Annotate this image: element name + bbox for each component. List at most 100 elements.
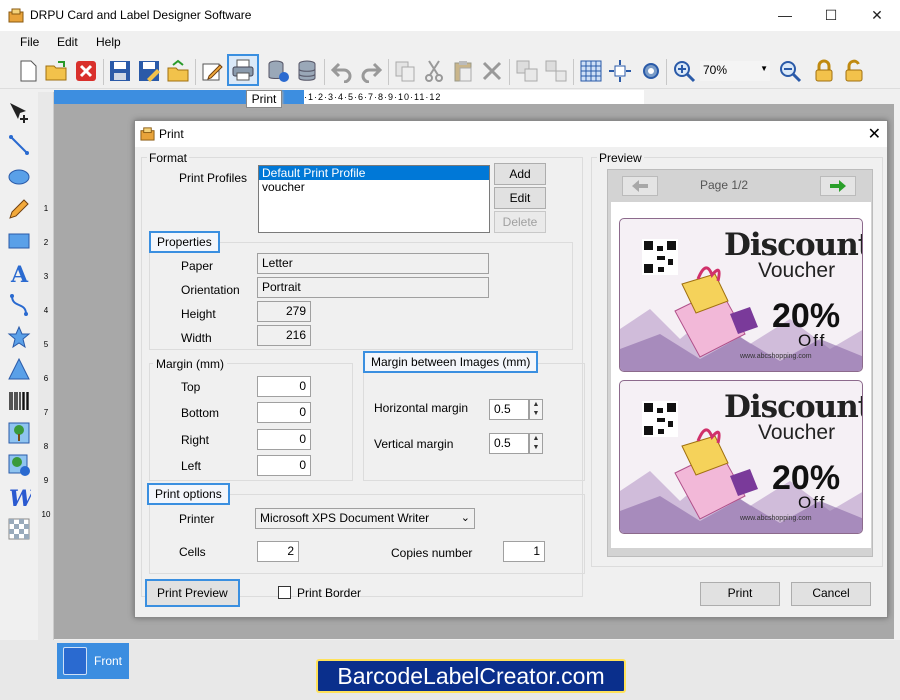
cut-button[interactable] bbox=[420, 57, 448, 85]
copy-button[interactable] bbox=[391, 57, 419, 85]
triangle-tool[interactable] bbox=[6, 356, 32, 382]
redo-button[interactable] bbox=[357, 57, 385, 85]
cancel-button[interactable]: Cancel bbox=[791, 582, 871, 606]
text-tool[interactable]: A bbox=[6, 260, 32, 286]
cells-label: Cells bbox=[179, 545, 206, 559]
zoom-select[interactable]: 70% ▼ bbox=[700, 61, 770, 81]
paper-field[interactable]: Letter bbox=[257, 253, 489, 274]
group-button[interactable] bbox=[513, 57, 541, 85]
tab-front[interactable]: Front bbox=[57, 643, 129, 679]
settings-button[interactable] bbox=[637, 57, 665, 85]
menu-bar: File Edit Help bbox=[0, 31, 900, 53]
print-button[interactable] bbox=[227, 54, 259, 86]
curve-tool[interactable] bbox=[6, 292, 32, 318]
ruler-scale: ·1·2·3·4·5·6·7·8·9·10·11·12 bbox=[304, 90, 644, 104]
width-field[interactable]: 216 bbox=[257, 325, 311, 346]
undo-button[interactable] bbox=[328, 57, 356, 85]
unlock-button[interactable] bbox=[840, 57, 868, 85]
print-border-checkbox[interactable] bbox=[278, 586, 291, 599]
select-tool[interactable] bbox=[6, 100, 32, 126]
edit-button[interactable]: Edit bbox=[494, 187, 546, 209]
barcode-tool[interactable] bbox=[6, 388, 32, 414]
prev-page-button[interactable] bbox=[622, 176, 658, 196]
save-button[interactable] bbox=[106, 57, 134, 85]
margin-right-field[interactable]: 0 bbox=[257, 429, 311, 450]
chevron-down-icon: ⌄ bbox=[460, 512, 470, 524]
list-item[interactable]: voucher bbox=[259, 180, 489, 194]
pencil-tool[interactable] bbox=[6, 196, 32, 222]
rectangle-tool[interactable] bbox=[6, 228, 32, 254]
margin-top-field[interactable]: 0 bbox=[257, 376, 311, 397]
delete-button[interactable]: Delete bbox=[494, 211, 546, 233]
printer-select[interactable]: Microsoft XPS Document Writer ⌄ bbox=[255, 508, 475, 529]
zoom-out-button[interactable] bbox=[776, 57, 804, 85]
align-button[interactable] bbox=[606, 57, 634, 85]
format-label: Format bbox=[147, 151, 190, 165]
grid-button[interactable] bbox=[577, 57, 605, 85]
ungroup-button[interactable] bbox=[542, 57, 570, 85]
vertical-margin-field[interactable]: 0.5 bbox=[489, 433, 529, 454]
menu-help[interactable]: Help bbox=[96, 35, 121, 49]
copy-icon bbox=[395, 61, 415, 82]
menu-file[interactable]: File bbox=[20, 35, 39, 49]
dialog-title: Print bbox=[159, 127, 184, 141]
margin-between-group bbox=[363, 363, 585, 481]
image-library-tool[interactable] bbox=[6, 452, 32, 478]
new-button[interactable] bbox=[14, 57, 42, 85]
ellipse-tool[interactable] bbox=[6, 164, 32, 190]
add-button[interactable]: Add bbox=[494, 163, 546, 185]
word-art-tool[interactable]: W bbox=[6, 484, 32, 510]
save-as-button[interactable] bbox=[135, 57, 163, 85]
properties-label: Properties bbox=[149, 231, 220, 253]
image-tool[interactable] bbox=[6, 420, 32, 446]
next-page-button[interactable] bbox=[820, 176, 856, 196]
vertical-margin-spinner[interactable]: ▲ ▼ bbox=[529, 433, 543, 454]
voucher-title: Discount bbox=[724, 227, 863, 263]
print-confirm-button[interactable]: Print bbox=[700, 582, 780, 606]
dialog-close-button[interactable]: ✕ bbox=[868, 124, 881, 144]
barcode-icon bbox=[9, 392, 29, 410]
new-icon bbox=[20, 60, 37, 82]
orientation-field[interactable]: Portrait bbox=[257, 277, 489, 298]
lock-button[interactable] bbox=[810, 57, 838, 85]
horizontal-margin-label: Horizontal margin bbox=[374, 401, 469, 415]
svg-text:A: A bbox=[10, 262, 29, 285]
star-tool[interactable] bbox=[6, 324, 32, 350]
menu-edit[interactable]: Edit bbox=[57, 35, 78, 49]
database-icon bbox=[268, 60, 289, 82]
minimize-button[interactable]: — bbox=[762, 0, 808, 31]
paste-button[interactable] bbox=[449, 57, 477, 85]
list-item[interactable]: Default Print Profile bbox=[259, 166, 489, 180]
lock-icon bbox=[815, 59, 833, 82]
line-icon bbox=[9, 135, 29, 155]
margin-left-field[interactable]: 0 bbox=[257, 455, 311, 476]
edit-button[interactable] bbox=[198, 57, 226, 85]
copies-field[interactable]: 1 bbox=[503, 541, 545, 562]
line-tool[interactable] bbox=[6, 132, 32, 158]
close-button[interactable]: ✕ bbox=[854, 0, 900, 31]
close-document-button[interactable] bbox=[72, 57, 100, 85]
background-tool[interactable] bbox=[6, 516, 32, 542]
paper-label: Paper bbox=[181, 259, 214, 273]
export-button[interactable] bbox=[164, 57, 192, 85]
print-dialog: Print ✕ Format Print Profiles Default Pr… bbox=[134, 120, 888, 618]
save-icon bbox=[110, 61, 130, 81]
horizontal-margin-spinner[interactable]: ▲ ▼ bbox=[529, 399, 543, 420]
print-profiles-list[interactable]: Default Print Profile voucher bbox=[258, 165, 490, 233]
print-preview-button[interactable]: Print Preview bbox=[145, 579, 240, 607]
toolbar-separator bbox=[388, 59, 389, 85]
svg-text:W: W bbox=[9, 486, 31, 509]
maximize-button[interactable]: ☐ bbox=[808, 0, 854, 31]
horizontal-margin-field[interactable]: 0.5 bbox=[489, 399, 529, 420]
margin-bottom-field[interactable]: 0 bbox=[257, 402, 311, 423]
height-field[interactable]: 279 bbox=[257, 301, 311, 322]
delete-button[interactable] bbox=[478, 57, 506, 85]
preview-page: Discount Voucher 20% Off www.abcshopping… bbox=[611, 202, 871, 548]
zoom-in-button[interactable] bbox=[670, 57, 698, 85]
ruler-mark: 9 bbox=[43, 476, 49, 485]
database-add-button[interactable] bbox=[264, 57, 292, 85]
database-button[interactable] bbox=[293, 57, 321, 85]
chevron-down-icon: ▼ bbox=[760, 64, 768, 73]
cells-field[interactable]: 2 bbox=[257, 541, 299, 562]
open-button[interactable] bbox=[42, 57, 70, 85]
